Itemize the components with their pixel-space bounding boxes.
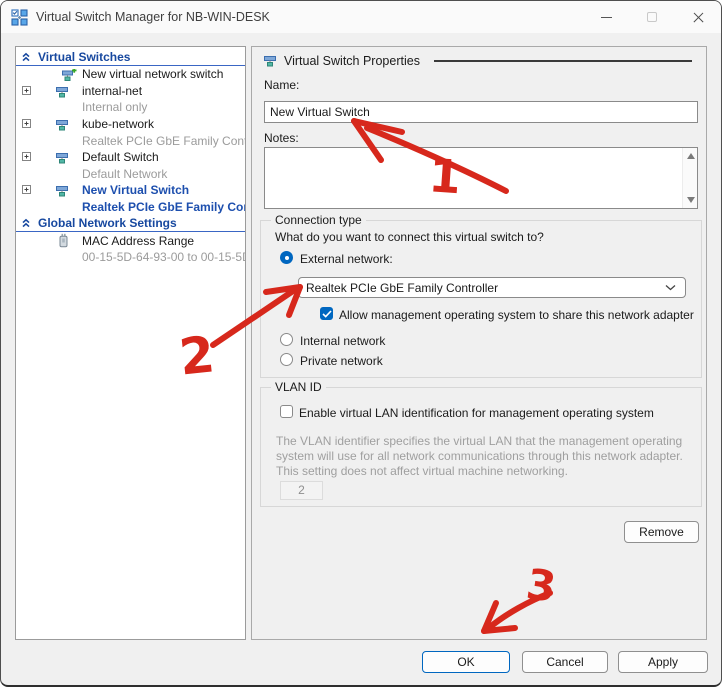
tree-item-internal-net[interactable]: internal-net: [16, 83, 245, 100]
external-network-radio[interactable]: [280, 251, 293, 264]
tree-item-sub: Realtek PCIe GbE Family Controller: [16, 132, 245, 149]
external-network-label: External network:: [300, 252, 393, 266]
expand-plus-icon[interactable]: [22, 152, 31, 161]
vlan-description: The VLAN identifier specifies the virtua…: [276, 434, 697, 479]
virtual-switch-icon: [56, 185, 69, 197]
vlan-id-field: 2: [280, 481, 323, 500]
app-icon: [11, 9, 28, 26]
remove-button[interactable]: Remove: [624, 521, 699, 543]
adapter-dropdown-value: Realtek PCIe GbE Family Controller: [306, 281, 665, 295]
maximize-icon: [647, 12, 657, 22]
cancel-button[interactable]: Cancel: [522, 651, 608, 673]
new-switch-icon: [62, 69, 77, 81]
tree-item-label: kube-network: [82, 117, 154, 131]
titlebar: Virtual Switch Manager for NB-WIN-DESK: [1, 1, 721, 33]
vlan-id-group: VLAN ID Enable virtual LAN identificatio…: [260, 387, 702, 507]
notes-textarea[interactable]: [264, 147, 698, 209]
section-title: Global Network Settings: [38, 216, 177, 230]
share-adapter-label: Allow management operating system to sha…: [339, 308, 694, 322]
close-button[interactable]: [675, 1, 721, 33]
section-title: Virtual Switches: [38, 50, 130, 64]
tree-item-label: MAC Address Range: [82, 234, 194, 248]
section-virtual-switches[interactable]: Virtual Switches: [16, 49, 245, 66]
virtual-switch-icon: [264, 55, 277, 67]
internal-network-label: Internal network: [300, 334, 385, 348]
close-icon: [693, 12, 704, 23]
tree-item-label: New virtual network switch: [82, 67, 223, 81]
properties-header-title: Virtual Switch Properties: [284, 54, 420, 68]
virtual-switch-icon: [56, 152, 69, 164]
private-network-radio[interactable]: [280, 353, 293, 366]
connection-type-group: Connection type What do you want to conn…: [260, 220, 702, 378]
connection-question: What do you want to connect this virtual…: [275, 230, 544, 244]
tree-item-label: Default Switch: [82, 150, 159, 164]
enable-vlan-checkbox[interactable]: [280, 405, 293, 418]
expand-plus-icon[interactable]: [22, 119, 31, 128]
virtual-switch-icon: [56, 86, 69, 98]
collapse-chevron-icon: [21, 52, 31, 62]
properties-panel: Virtual Switch Properties Name: Notes: C…: [251, 46, 707, 640]
tree-item-kube-network[interactable]: kube-network: [16, 116, 245, 133]
collapse-chevron-icon: [21, 218, 31, 228]
connection-type-legend: Connection type: [271, 213, 366, 227]
tree-item-label: internal-net: [82, 84, 142, 98]
tree-item-label: New Virtual Switch: [82, 183, 189, 197]
tree-item-sublabel: Realtek PCIe GbE Family Controller: [82, 134, 246, 148]
tree-item-sublabel: 00-15-5D-64-93-00 to 00-15-5D-6...: [82, 250, 246, 264]
maximize-button: [629, 1, 675, 33]
chevron-down-icon: [665, 284, 676, 291]
adapter-dropdown[interactable]: Realtek PCIe GbE Family Controller: [298, 277, 686, 298]
share-adapter-checkbox[interactable]: [320, 307, 333, 320]
apply-button[interactable]: Apply: [618, 651, 708, 673]
tree-item-new-virtual-switch-selected[interactable]: New Virtual Switch: [16, 182, 245, 199]
properties-header: Virtual Switch Properties: [264, 54, 694, 68]
tree-item-sub: Internal only: [16, 99, 245, 116]
notes-label: Notes:: [264, 131, 299, 145]
scroll-down-icon[interactable]: [687, 197, 695, 203]
notes-scrollbar[interactable]: [682, 148, 697, 208]
tree-item-sublabel: Internal only: [82, 100, 147, 114]
name-input[interactable]: [264, 101, 698, 123]
enable-vlan-label: Enable virtual LAN identification for ma…: [299, 406, 654, 420]
window-controls: [583, 1, 721, 33]
minimize-icon: [601, 17, 612, 18]
network-adapter-icon: [58, 233, 69, 248]
tree-item-sublabel: Realtek PCIe GbE Family Cont...: [82, 200, 246, 214]
minimize-button[interactable]: [583, 1, 629, 33]
expand-plus-icon[interactable]: [22, 86, 31, 95]
scroll-up-icon[interactable]: [687, 153, 695, 159]
virtual-switch-manager-window: Virtual Switch Manager for NB-WIN-DESK V…: [0, 0, 722, 687]
tree-item-sub: 00-15-5D-64-93-00 to 00-15-5D-6...: [16, 249, 245, 266]
internal-network-radio[interactable]: [280, 333, 293, 346]
window-title: Virtual Switch Manager for NB-WIN-DESK: [36, 10, 270, 24]
section-global-network-settings[interactable]: Global Network Settings: [16, 215, 245, 232]
tree-item-new-virtual-network-switch[interactable]: New virtual network switch: [16, 66, 245, 83]
tree-item-default-switch[interactable]: Default Switch: [16, 149, 245, 166]
expand-plus-icon[interactable]: [22, 185, 31, 194]
header-rule: [434, 60, 692, 62]
vlan-id-legend: VLAN ID: [271, 380, 326, 394]
virtual-switch-icon: [56, 119, 69, 131]
tree-item-sublabel: Default Network: [82, 167, 167, 181]
check-icon: [322, 310, 332, 318]
tree-item-sub: Default Network: [16, 166, 245, 183]
private-network-label: Private network: [300, 354, 383, 368]
switch-tree-sidebar: Virtual Switches New virtual network swi…: [15, 46, 246, 640]
name-label: Name:: [264, 78, 299, 92]
tree-item-mac-address-range[interactable]: MAC Address Range: [16, 232, 245, 249]
ok-button[interactable]: OK: [422, 651, 510, 673]
tree-item-sub: Realtek PCIe GbE Family Cont...: [16, 199, 245, 216]
